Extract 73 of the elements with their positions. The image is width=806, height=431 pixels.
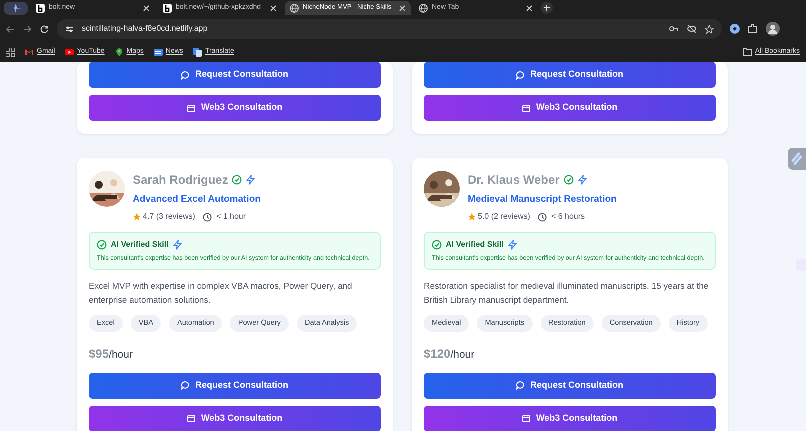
lightning-icon bbox=[246, 175, 256, 185]
close-icon[interactable] bbox=[526, 4, 533, 12]
close-icon[interactable] bbox=[399, 4, 406, 12]
chat-icon bbox=[181, 381, 190, 390]
newspaper-icon bbox=[154, 48, 163, 56]
chat-icon bbox=[516, 381, 526, 390]
clock-icon bbox=[538, 212, 548, 222]
extension-icon[interactable] bbox=[730, 24, 740, 34]
verified-check-icon bbox=[97, 240, 107, 250]
consultant-name: Dr. Klaus Weber bbox=[468, 172, 560, 189]
lightning-icon bbox=[508, 240, 517, 250]
lightning-icon bbox=[172, 240, 182, 250]
play-icon bbox=[65, 48, 74, 56]
calendar-icon bbox=[522, 104, 532, 112]
verified-check-icon bbox=[564, 175, 574, 185]
request-consultation-button[interactable]: Request Consultation bbox=[424, 62, 716, 88]
star-icon bbox=[133, 213, 141, 222]
verified-check-icon bbox=[232, 175, 242, 185]
close-icon[interactable] bbox=[270, 4, 277, 12]
calendar-icon bbox=[187, 414, 196, 424]
address-bar[interactable]: scintillating-halva-f8e0cd.netlify.app bbox=[57, 19, 722, 39]
rating-text: 4.7 (3 reviews) bbox=[143, 211, 196, 224]
clock-icon bbox=[203, 212, 212, 222]
sparkle-icon[interactable] bbox=[4, 2, 28, 14]
web3-consultation-button[interactable]: Web3 Consultation bbox=[424, 95, 716, 121]
lightning-icon bbox=[578, 175, 587, 185]
rating-text: 5.0 (2 reviews) bbox=[478, 211, 530, 224]
puzzle-icon[interactable] bbox=[748, 24, 758, 34]
request-consultation-button[interactable]: Request Consultation bbox=[89, 372, 381, 399]
bolt-logo-icon bbox=[36, 4, 45, 12]
apps-grid-icon[interactable] bbox=[6, 48, 15, 56]
response-time: < 1 hour bbox=[216, 211, 246, 224]
chat-icon bbox=[181, 70, 190, 80]
site-info-icon[interactable] bbox=[65, 24, 74, 34]
globe-icon bbox=[290, 4, 299, 12]
verified-title: AI Verified Skill bbox=[446, 239, 504, 252]
chat-icon bbox=[516, 70, 526, 80]
skill-title[interactable]: Medieval Manuscript Restoration bbox=[468, 193, 617, 208]
verified-title: AI Verified Skill bbox=[111, 239, 169, 252]
profile-avatar-icon[interactable] bbox=[766, 22, 780, 36]
request-consultation-button[interactable]: Request Consultation bbox=[424, 372, 716, 399]
reload-icon[interactable] bbox=[40, 24, 49, 34]
address-text: scintillating-halva-f8e0cd.netlify.app bbox=[82, 23, 208, 35]
star-icon[interactable] bbox=[705, 24, 714, 34]
close-icon[interactable] bbox=[143, 4, 150, 12]
web3-consultation-button[interactable]: Web3 Consultation bbox=[424, 406, 716, 431]
price-unit: /hour bbox=[109, 348, 133, 363]
star-icon bbox=[468, 213, 476, 222]
calendar-icon bbox=[187, 104, 196, 112]
price-unit: /hour bbox=[450, 348, 475, 363]
consultant-description: Restoration specialist for medieval illuminated manuscripts. 15 years at the British Library manuscript department. bbox=[424, 280, 710, 307]
map-pin-icon bbox=[114, 48, 124, 56]
web3-consultation-button[interactable]: Web3 Consultation bbox=[89, 95, 381, 121]
eye-slash-icon[interactable] bbox=[687, 25, 697, 33]
globe-icon bbox=[419, 4, 428, 12]
back-icon[interactable] bbox=[6, 24, 15, 34]
consultant-name: Sarah Rodriguez bbox=[133, 172, 228, 189]
consultant-description: Excel MVP with expertise in complex VBA macros, Power Query, and enterprise automation solutions. bbox=[89, 280, 354, 307]
calendar-icon bbox=[522, 414, 532, 424]
translate-icon bbox=[193, 48, 202, 56]
price-amount: $120 bbox=[424, 346, 451, 363]
skill-title[interactable]: Advanced Excel Automation bbox=[133, 193, 261, 208]
mail-icon bbox=[25, 48, 34, 56]
bolt-logo-icon bbox=[163, 4, 172, 12]
response-time: < 6 hours bbox=[551, 211, 586, 224]
web3-consultation-button[interactable]: Web3 Consultation bbox=[89, 406, 381, 431]
forward-icon[interactable] bbox=[23, 24, 32, 34]
price-amount: $95 bbox=[89, 346, 110, 363]
folder-icon bbox=[743, 48, 752, 56]
verified-check-icon bbox=[432, 240, 442, 250]
request-consultation-button[interactable]: Request Consultation bbox=[89, 62, 381, 88]
key-icon[interactable] bbox=[669, 25, 679, 33]
new-tab-icon[interactable] bbox=[541, 2, 553, 14]
